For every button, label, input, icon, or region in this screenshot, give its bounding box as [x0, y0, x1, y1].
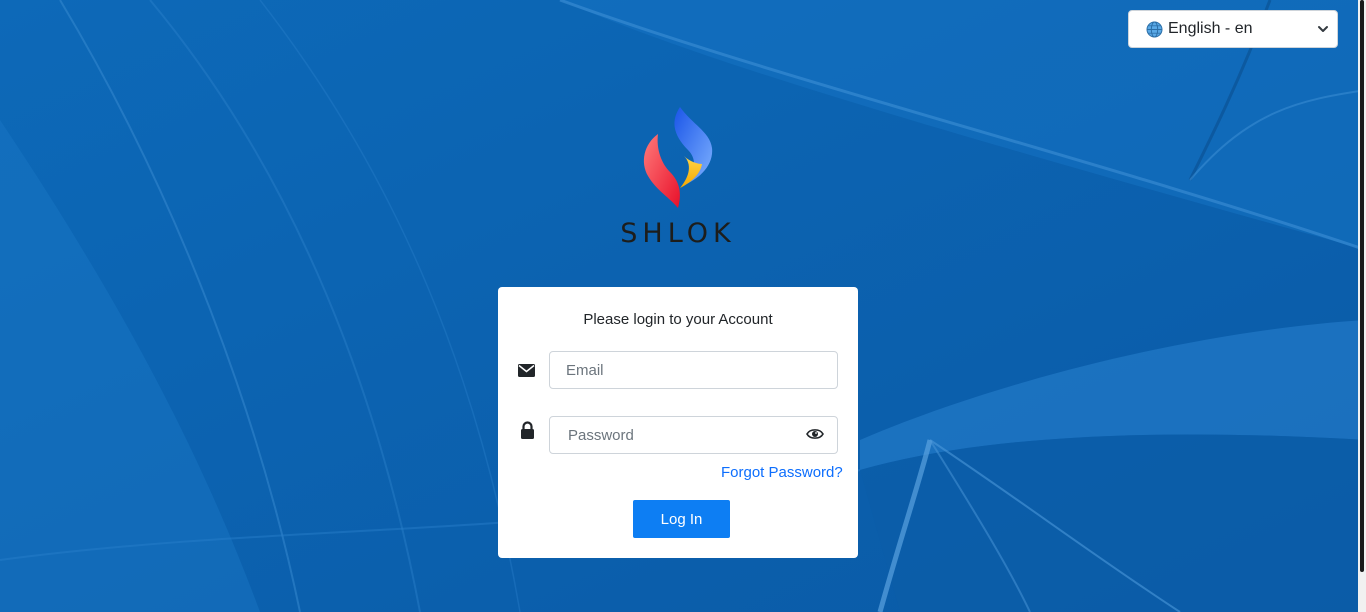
flame-logo-mark: [643, 107, 713, 208]
chevron-down-icon: [1317, 23, 1329, 35]
email-input[interactable]: [549, 351, 838, 389]
brand-name: SHLOK: [620, 218, 736, 249]
brand-logo: SHLOK: [618, 104, 738, 252]
page-scrollbar[interactable]: [1358, 0, 1366, 612]
envelope-icon: [517, 361, 535, 379]
login-card: Please login to your Account Forgot Pass…: [498, 287, 858, 558]
language-select[interactable]: English - en: [1128, 10, 1338, 48]
language-select-value: English - en: [1168, 20, 1253, 37]
lock-icon: [518, 421, 536, 439]
password-input[interactable]: [549, 416, 838, 454]
forgot-password-link[interactable]: Forgot Password?: [721, 464, 843, 481]
scrollbar-thumb[interactable]: [1360, 0, 1364, 572]
login-heading: Please login to your Account: [583, 311, 773, 328]
eye-icon[interactable]: [806, 427, 824, 441]
globe-icon: [1146, 21, 1163, 38]
login-button[interactable]: Log In: [633, 500, 730, 538]
